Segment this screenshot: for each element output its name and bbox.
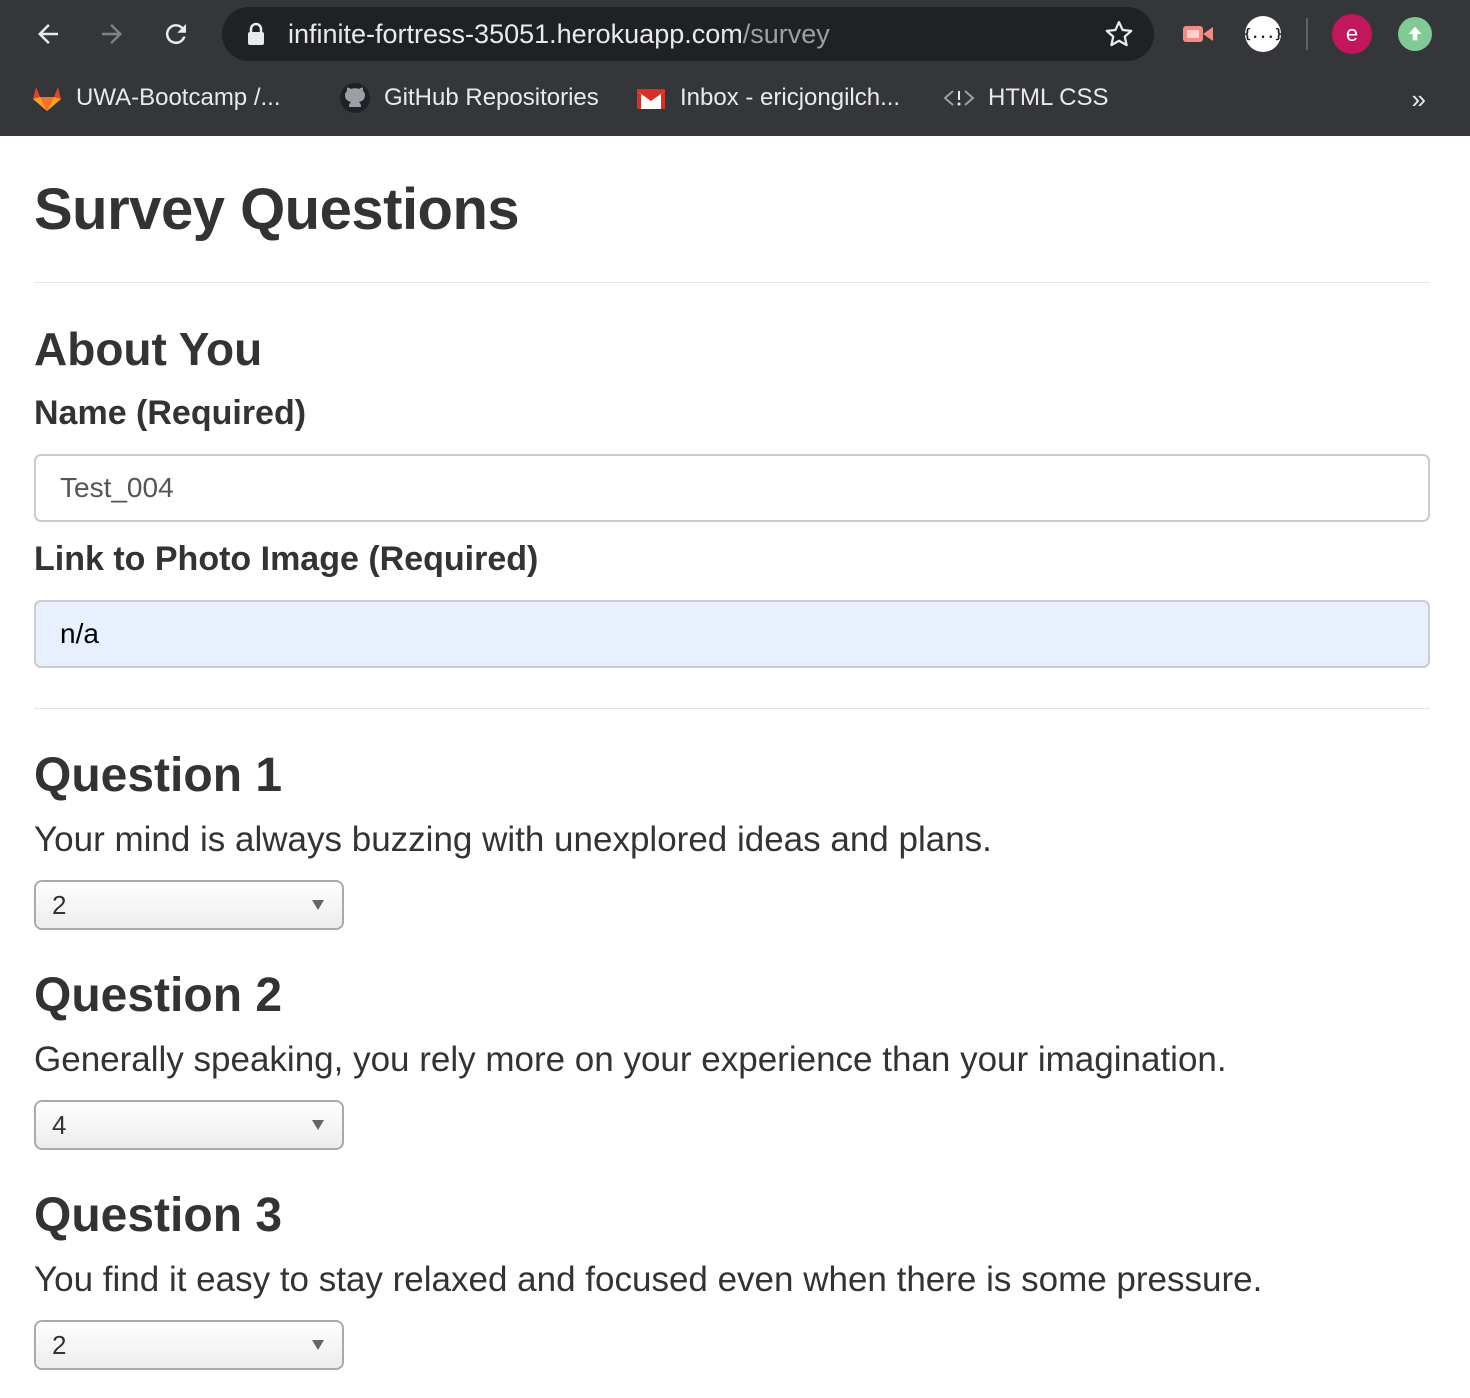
bookmark-label: HTML CSS: [988, 84, 1109, 111]
bookmark-label: GitHub Repositories: [384, 84, 599, 111]
bookmarks-overflow-button[interactable]: »: [1412, 84, 1426, 115]
bookmark-star-icon[interactable]: [1104, 19, 1134, 49]
bookmarks-bar: UWA-Bootcamp /... GitHub Repositories In…: [0, 74, 1470, 122]
lock-icon: [248, 22, 264, 45]
screen-recorder-extension-icon[interactable]: [1180, 16, 1216, 52]
page-title: Survey Questions: [34, 177, 520, 242]
name-input[interactable]: [34, 454, 1430, 522]
bookmark-label: UWA-Bootcamp /...: [76, 84, 281, 111]
browser-toolbar: infinite-fortress-35051.herokuapp.com/su…: [0, 0, 1470, 136]
forward-arrow-icon: [102, 24, 122, 44]
reload-icon: [165, 24, 186, 45]
question-3-text: You find it easy to stay relaxed and foc…: [34, 1260, 1263, 1299]
question-1-selected-value: 2: [52, 889, 67, 920]
bookmark-label: Inbox - ericjongilch...: [680, 84, 901, 111]
forward-button[interactable]: [92, 14, 132, 54]
question-2-select[interactable]: 4: [34, 1100, 344, 1150]
question-3-select[interactable]: 2: [34, 1320, 344, 1370]
bookmark-html-css[interactable]: HTML CSS: [942, 80, 1108, 116]
divider: [34, 708, 1430, 709]
url-text: infinite-fortress-35051.herokuapp.com/su…: [288, 19, 830, 49]
back-arrow-icon: [38, 24, 58, 44]
dropdown-caret-icon: [312, 900, 324, 910]
back-button[interactable]: [28, 14, 68, 54]
bookmark-gmail-inbox[interactable]: Inbox - ericjongilch...: [634, 80, 900, 116]
name-label: Name (Required): [34, 394, 307, 432]
question-1-text: Your mind is always buzzing with unexplo…: [34, 820, 992, 859]
toolbar-divider: [1306, 18, 1308, 50]
survey-page: Survey Questions About You Name (Require…: [4, 136, 1470, 1398]
question-2-text: Generally speaking, you rely more on you…: [34, 1040, 1227, 1079]
question-2-selected-value: 4: [52, 1109, 67, 1140]
reload-button[interactable]: [156, 14, 196, 54]
question-1-select[interactable]: 2: [34, 880, 344, 930]
url-path: /survey: [742, 19, 830, 49]
address-bar[interactable]: infinite-fortress-35051.herokuapp.com/su…: [222, 7, 1154, 61]
github-icon: [338, 81, 372, 115]
photo-link-label: Link to Photo Image (Required): [34, 540, 539, 578]
json-viewer-extension-icon[interactable]: {...}: [1243, 16, 1283, 52]
question-2-heading: Question 2: [34, 969, 283, 1022]
dropdown-caret-icon: [312, 1120, 324, 1130]
question-1-heading: Question 1: [34, 749, 283, 802]
bookmark-uwa-bootcamp[interactable]: UWA-Bootcamp /...: [30, 80, 281, 116]
code-icon: [942, 81, 976, 115]
url-host: infinite-fortress-35051.herokuapp.com: [288, 19, 743, 49]
bookmark-github-repositories[interactable]: GitHub Repositories: [338, 80, 599, 116]
question-3-selected-value: 2: [52, 1329, 67, 1360]
question-3-heading: Question 3: [34, 1189, 283, 1242]
profile-avatar[interactable]: e: [1332, 14, 1372, 54]
about-you-heading: About You: [34, 323, 263, 375]
update-icon[interactable]: [1398, 17, 1432, 51]
dropdown-caret-icon: [312, 1340, 324, 1350]
divider: [34, 282, 1430, 283]
photo-link-input[interactable]: [34, 600, 1430, 668]
gitlab-icon: [30, 81, 64, 115]
gmail-icon: [634, 81, 668, 115]
